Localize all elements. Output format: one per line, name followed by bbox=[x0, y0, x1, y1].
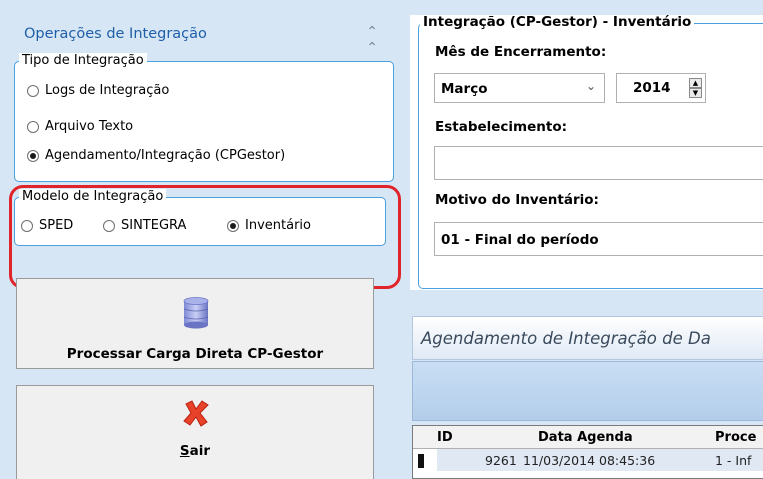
radio-label: Arquivo Texto bbox=[45, 119, 134, 134]
chevron-up-icon[interactable]: ⌃ ⌃ bbox=[366, 24, 378, 56]
month-value: Março bbox=[441, 81, 488, 97]
processar-carga-button[interactable]: Processar Carga Direta CP-Gestor bbox=[16, 278, 374, 369]
agenda-header: Agendamento de Integração de Da bbox=[412, 316, 763, 360]
cell-data: 11/03/2014 08:45:36 bbox=[523, 453, 656, 468]
left-panel: Operações de Integração ⌃ ⌃ Tipo de Integ… bbox=[0, 0, 404, 479]
chevron-down-icon: ⌄ bbox=[585, 79, 596, 93]
sair-label: Sair bbox=[17, 443, 373, 459]
radio-logs[interactable]: Logs de Integração bbox=[27, 83, 169, 98]
radio-label: Logs de Integração bbox=[45, 83, 170, 98]
right-panel: Integração (CP-Gestor) - Inventário Mês … bbox=[404, 0, 763, 479]
close-icon bbox=[183, 400, 209, 427]
sair-text: air bbox=[189, 443, 211, 459]
radio-circle-checked[interactable] bbox=[27, 149, 39, 162]
row-indicator-icon bbox=[418, 454, 424, 468]
radio-circle[interactable] bbox=[27, 84, 39, 97]
motivo-inventario-label: Motivo do Inventário: bbox=[435, 192, 599, 208]
highlight-annotation bbox=[9, 185, 401, 289]
year-value: 2014 bbox=[633, 80, 671, 96]
agenda-grid: ID Data Agenda Proce 9261 11/03/2014 08:… bbox=[412, 425, 763, 479]
radio-agendamento[interactable]: Agendamento/Integração (CPGestor) bbox=[27, 148, 285, 163]
column-header-data[interactable]: Data Agenda bbox=[538, 430, 633, 445]
sair-button[interactable]: Sair bbox=[16, 385, 374, 479]
radio-label: Agendamento/Integração (CPGestor) bbox=[45, 148, 286, 163]
grid-header: ID Data Agenda Proce bbox=[413, 426, 763, 449]
inventory-group-legend: Integração (CP-Gestor) - Inventário bbox=[420, 15, 695, 30]
estabelecimento-label: Estabelecimento: bbox=[435, 119, 568, 135]
tipo-integracao-group: Tipo de Integração Logs de Integração Ar… bbox=[14, 53, 394, 182]
motivo-value: 01 - Final do período bbox=[441, 232, 599, 248]
spin-up-icon[interactable]: ▲ bbox=[689, 78, 702, 88]
mes-encerramento-label: Mês de Encerramento: bbox=[435, 44, 607, 60]
motivo-select[interactable]: 01 - Final do período bbox=[434, 222, 763, 256]
cell-proc: 1 - Inf bbox=[715, 453, 752, 468]
database-icon bbox=[183, 297, 209, 329]
column-header-id[interactable]: ID bbox=[437, 430, 453, 445]
panel-title: Operações de Integração bbox=[24, 26, 207, 42]
processar-carga-label: Processar Carga Direta CP-Gestor bbox=[66, 346, 324, 362]
radio-circle[interactable] bbox=[27, 120, 39, 133]
cell-id: 9261 bbox=[485, 453, 517, 468]
column-header-proc[interactable]: Proce bbox=[715, 430, 756, 445]
agenda-title: Agendamento de Integração de Da bbox=[421, 329, 711, 348]
radio-arquivo-texto[interactable]: Arquivo Texto bbox=[27, 119, 133, 134]
sair-mnemonic: S bbox=[179, 443, 190, 459]
month-select[interactable]: Março ⌄ bbox=[434, 73, 605, 103]
table-row[interactable]: 9261 11/03/2014 08:45:36 1 - Inf bbox=[413, 449, 763, 471]
year-spinner[interactable]: 2014 ▲ ▼ bbox=[616, 73, 706, 103]
panel-header[interactable]: Operações de Integração ⌃ ⌃ bbox=[14, 18, 392, 56]
spin-down-icon[interactable]: ▼ bbox=[689, 88, 702, 98]
agenda-toolbar bbox=[412, 361, 763, 421]
tipo-integracao-legend: Tipo de Integração bbox=[19, 53, 147, 68]
estabelecimento-input[interactable] bbox=[434, 146, 763, 180]
